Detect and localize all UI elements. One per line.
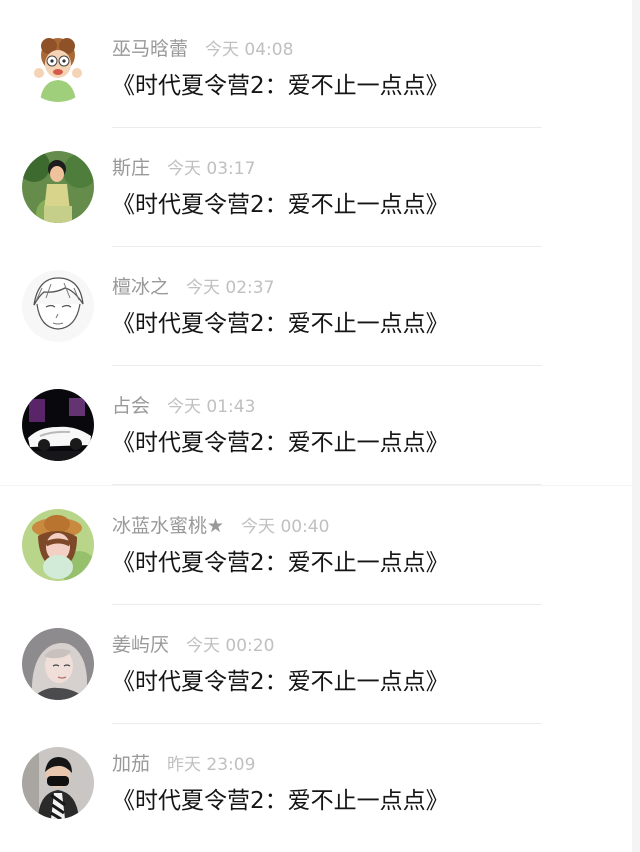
comment-text: 《时代夏令营2：爱不止一点点》 (112, 788, 449, 814)
timestamp: 今天 04:08 (205, 40, 294, 60)
comment-meta: 檀冰之 今天 02:37 (112, 275, 274, 300)
sketch-avatar-icon[interactable] (22, 270, 94, 342)
username[interactable]: 巫马晗蕾 (112, 37, 188, 61)
comment-meta: 姜屿厌 今天 00:20 (112, 633, 274, 658)
comment-meta: 占会 今天 01:43 (112, 394, 255, 419)
comment-item[interactable]: 斯庄 今天 03:17 《时代夏令营2：爱不止一点点》 (0, 128, 632, 247)
timestamp: 今天 00:20 (186, 636, 275, 656)
comment-list-screen: 巫马晗蕾 今天 04:08 《时代夏令营2：爱不止一点点》 斯庄 今天 03:1… (0, 0, 640, 852)
comment-item[interactable]: 冰蓝水蜜桃★ 今天 00:40 《时代夏令营2：爱不止一点点》 (0, 486, 632, 605)
comment-text: 《时代夏令营2：爱不止一点点》 (112, 192, 449, 218)
comment-text: 《时代夏令营2：爱不止一点点》 (112, 430, 449, 456)
portrait-avatar-icon[interactable] (22, 628, 94, 700)
timestamp: 今天 00:40 (241, 517, 330, 537)
comment-meta: 冰蓝水蜜桃★ 今天 00:40 (112, 514, 329, 539)
timestamp: 今天 01:43 (167, 397, 256, 417)
timestamp: 昨天 23:09 (167, 755, 256, 775)
comment-item[interactable]: 加茄 昨天 23:09 《时代夏令营2：爱不止一点点》 (0, 724, 632, 852)
username[interactable]: 冰蓝水蜜桃★ (112, 514, 224, 538)
comment-meta: 巫马晗蕾 今天 04:08 (112, 37, 293, 62)
comment-meta: 加茄 昨天 23:09 (112, 752, 255, 777)
username[interactable]: 加茄 (112, 752, 150, 776)
comment-text: 《时代夏令营2：爱不止一点点》 (112, 311, 449, 337)
timestamp: 今天 02:37 (186, 278, 275, 298)
comment-list: 巫马晗蕾 今天 04:08 《时代夏令营2：爱不止一点点》 斯庄 今天 03:1… (0, 0, 632, 852)
username[interactable]: 姜屿厌 (112, 633, 169, 657)
masked-avatar-icon[interactable] (22, 747, 94, 819)
comment-text: 《时代夏令营2：爱不止一点点》 (112, 73, 449, 99)
bottom-edge (0, 844, 632, 852)
timestamp: 今天 03:17 (167, 159, 256, 179)
cartoon-avatar-icon[interactable] (22, 30, 94, 102)
divider (112, 484, 542, 485)
comment-item[interactable]: 姜屿厌 今天 00:20 《时代夏令营2：爱不止一点点》 (0, 605, 632, 724)
username[interactable]: 斯庄 (112, 156, 150, 180)
comment-item[interactable]: 占会 今天 01:43 《时代夏令营2：爱不止一点点》 (0, 366, 632, 485)
username[interactable]: 檀冰之 (112, 275, 169, 299)
child-photo-avatar-icon[interactable] (22, 151, 94, 223)
girl-hat-avatar-icon[interactable] (22, 509, 94, 581)
comment-item[interactable]: 檀冰之 今天 02:37 《时代夏令营2：爱不止一点点》 (0, 247, 632, 366)
comment-text: 《时代夏令营2：爱不止一点点》 (112, 669, 449, 695)
comment-meta: 斯庄 今天 03:17 (112, 156, 255, 181)
car-avatar-icon[interactable] (22, 389, 94, 461)
comment-text: 《时代夏令营2：爱不止一点点》 (112, 550, 449, 576)
comment-item[interactable]: 巫马晗蕾 今天 04:08 《时代夏令营2：爱不止一点点》 (0, 0, 632, 128)
username[interactable]: 占会 (112, 394, 150, 418)
